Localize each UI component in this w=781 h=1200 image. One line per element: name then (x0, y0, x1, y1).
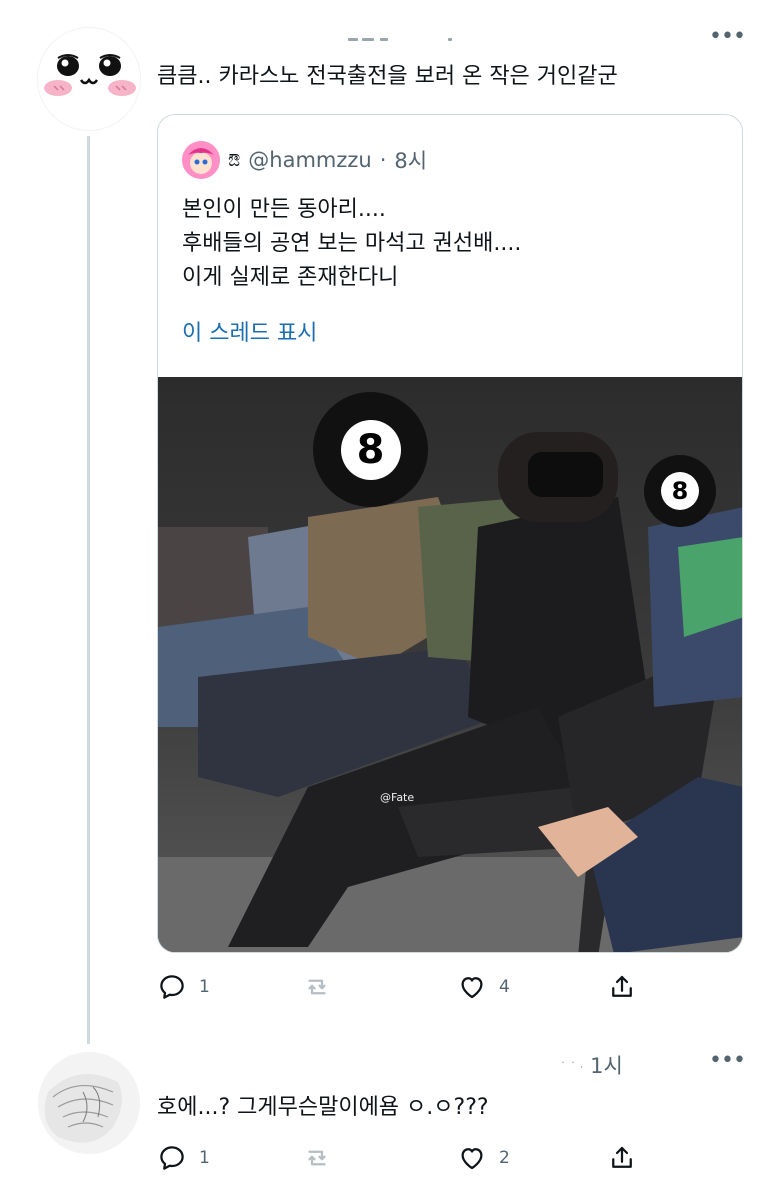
show-thread-link[interactable]: 이 스레드 표시 (182, 315, 317, 347)
thread-connector-line (87, 136, 90, 1044)
retweet-icon (308, 979, 326, 995)
avatar[interactable] (38, 28, 140, 130)
handle-emoji: ಔ (228, 149, 241, 171)
tweet-actions: 1 4 (157, 972, 647, 1002)
heart-icon (461, 977, 483, 999)
reply-button[interactable]: 1 (157, 1143, 210, 1173)
quoted-user-handle[interactable]: @hammzzu (248, 148, 371, 172)
sketch-avatar-icon (38, 1052, 140, 1154)
redacted-name (340, 38, 460, 48)
share-icon (612, 1146, 632, 1168)
quoted-line: 본인이 만든 동아리.... (182, 197, 386, 222)
reply-meta: ˙ ˙ · 1시 (560, 1050, 623, 1080)
tweet-text: 큼큼.. 카라스노 전국출전을 보러 온 작은 거인같군 (157, 64, 618, 89)
quoted-tweet-time[interactable]: 8시 (394, 145, 427, 175)
reply-time[interactable]: 1시 (590, 1054, 623, 1078)
ball-label: 8 (661, 472, 699, 510)
tweet-text: 호에...? 그게무슨말이에욤 ㅇ.ㅇ??? (157, 1095, 489, 1120)
like-button[interactable]: 4 (457, 972, 510, 1002)
heart-icon (461, 1148, 483, 1170)
quote-tweet-card[interactable]: ಔ @hammzzu · 8시 본인이 만든 동아리.... 후배들의 공연 보… (157, 114, 743, 953)
reply-button[interactable]: 1 (157, 972, 210, 1002)
more-horizontal-icon[interactable]: ••• (709, 1050, 746, 1072)
quoted-tweet-photo[interactable]: 8 8 @Fate (158, 377, 742, 952)
quoted-user-meta: ಔ @hammzzu · 8시 (228, 145, 427, 175)
like-count: 2 (499, 1148, 510, 1168)
retweet-icon (308, 1150, 326, 1166)
cute-face-avatar-icon (38, 28, 140, 130)
quoted-line: 후배들의 공연 보는 마석고 권선배.... (182, 231, 522, 256)
share-button[interactable] (607, 972, 637, 1002)
retweet-button[interactable] (302, 972, 344, 1002)
quoted-user-avatar[interactable] (182, 141, 220, 179)
like-button[interactable]: 2 (457, 1143, 510, 1173)
reply-count: 1 (199, 1148, 210, 1168)
reply-icon (160, 1146, 184, 1170)
reply-count: 1 (199, 977, 210, 997)
reply-icon (160, 975, 184, 999)
quoted-line: 이게 실제로 존재한다니 (182, 265, 399, 290)
more-horizontal-icon[interactable]: ••• (709, 26, 746, 48)
tweet-actions: 1 2 (157, 1143, 647, 1173)
retweet-button[interactable] (302, 1143, 344, 1173)
ball-label: 8 (340, 419, 401, 480)
share-button[interactable] (607, 1143, 637, 1173)
redacted-handle-mark: ˙ ˙ · (560, 1060, 584, 1074)
avatar[interactable] (38, 1052, 140, 1154)
face-cover-ball: 8 (644, 455, 716, 527)
face-cover-ball: 8 (313, 392, 428, 507)
quoted-tweet-text: 본인이 만든 동아리.... 후배들의 공연 보는 마석고 권선배.... 이게… (182, 193, 521, 295)
like-count: 4 (499, 977, 510, 997)
anime-girl-avatar-icon (182, 141, 220, 179)
share-icon (612, 975, 632, 997)
meta-separator: · (379, 148, 387, 172)
photo-watermark: @Fate (380, 791, 415, 804)
